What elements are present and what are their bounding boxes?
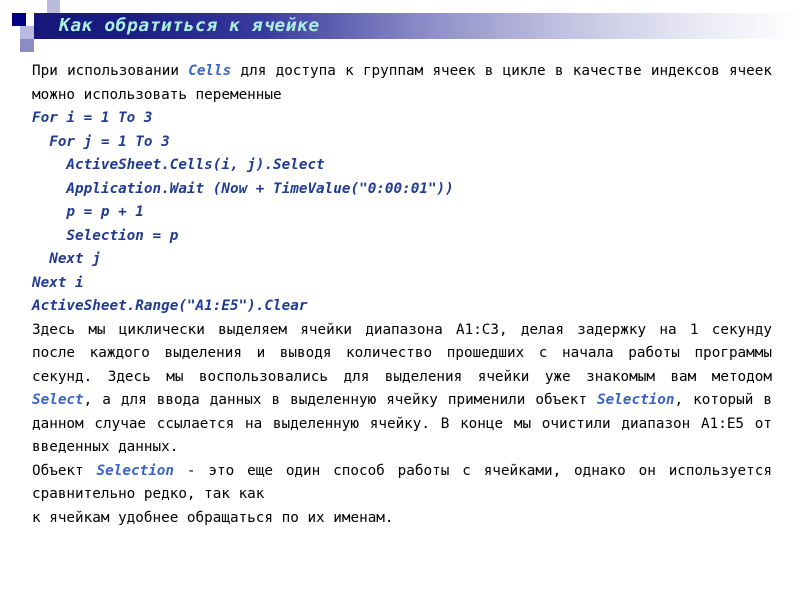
decoration-square-light-top [34,0,47,13]
code-block: For i = 1 To 3 For j = 1 To 3 ActiveShee… [32,107,772,319]
decoration-square-pale-top [47,0,60,13]
intro-text-before: При использовании [32,63,189,79]
code-line: For i = 1 To 3 [32,110,153,126]
code-line: Selection = p [32,227,179,244]
intro-paragraph: При использовании Cells для доступа к гр… [32,60,772,107]
code-line: Application.Wait (Now + TimeValue("0:00:… [32,180,454,197]
decoration-square-dark-left [12,13,26,26]
page-title: Как обратиться к ячейке [59,15,320,36]
slide: Как обратиться к ячейке При использовани… [0,0,800,600]
explanation-paragraph: Здесь мы циклически выделяем ячейки диап… [32,319,772,460]
code-line: Next i [32,274,84,291]
code-line: ActiveSheet.Range("A1:E5").Clear [32,298,308,314]
inline-code-cells: Cells [188,63,232,79]
closing-seg-1: Объект [32,462,97,479]
code-line: Next j [32,251,101,267]
explanation-seg-1: Здесь мы циклически выделяем ячейки диап… [32,321,772,385]
decoration-square-mid-c [20,39,34,52]
explanation-seg-2: , а для ввода данных в выделенную ячейку… [83,392,598,408]
code-line: For j = 1 To 3 [32,133,170,150]
slide-title-area: Как обратиться к ячейке [0,0,800,55]
closing-paragraph: Объект Selection - это еще один способ р… [32,460,772,507]
decoration-square-mid-a [20,26,34,39]
inline-code-select: Select [32,392,84,408]
code-line: ActiveSheet.Cells(i, j).Select [32,157,325,173]
inline-code-selection-2: Selection [96,462,175,479]
code-line: p = p + 1 [32,204,144,220]
slide-content: При использовании Cells для доступа к гр… [32,60,772,530]
inline-code-selection: Selection [597,392,675,408]
closing-last-line: к ячейкам удобнее обращаться по их имена… [32,509,394,526]
